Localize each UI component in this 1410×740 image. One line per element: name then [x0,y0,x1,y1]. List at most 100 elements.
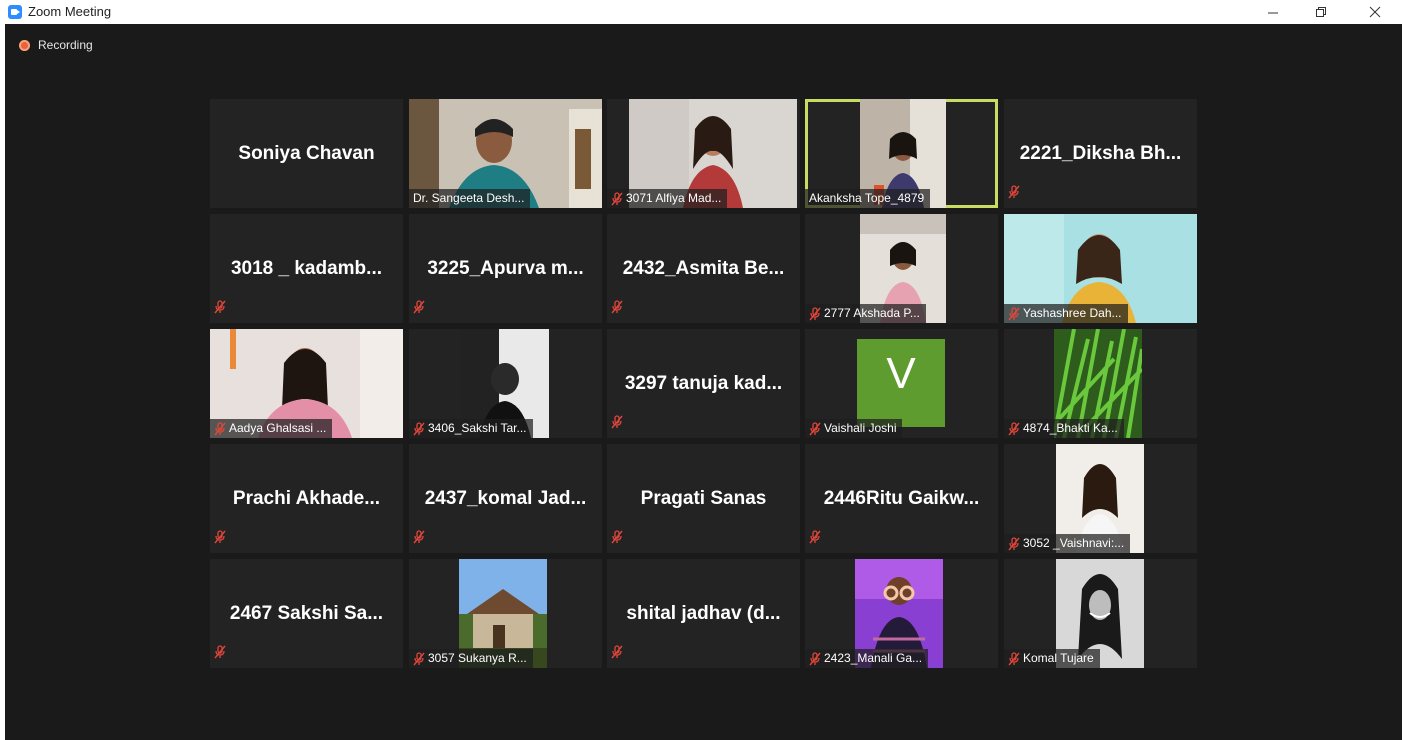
mic-muted-icon [611,645,623,659]
close-icon [1369,6,1381,18]
mic-muted-icon [214,645,226,659]
participant-name: 3071 Alfiya Mad... [626,191,722,205]
mic-muted-icon [809,421,821,435]
recording-label: Recording [38,38,93,52]
participant-tile[interactable]: 3297 tanuja kad... [607,329,800,438]
mute-indicator [611,415,623,434]
avatar-letter: V [886,349,916,398]
mic-muted-icon [413,300,425,314]
recording-indicator[interactable]: Recording [19,38,93,52]
participant-name: 2437_komal Jad... [424,487,587,509]
participant-label: Dr. Sangeeta Desh... [409,189,531,208]
participant-label: Akanksha Tope_4879 [805,189,931,208]
mic-muted-icon [809,530,821,544]
mute-indicator [611,300,623,319]
participant-label: Komal Tujare [1004,649,1100,668]
participant-name: 3406_Sakshi Tar... [428,421,527,435]
minimize-button[interactable] [1250,0,1296,24]
mic-muted-icon [611,191,623,205]
mic-muted-icon [413,530,425,544]
window-title: Zoom Meeting [28,4,112,19]
mute-indicator [1008,185,1020,204]
participant-tile[interactable]: 3225_Apurva m... [409,214,602,323]
participant-tile[interactable]: 3071 Alfiya Mad... [607,99,800,208]
participant-tile[interactable]: shital jadhav (d... [607,559,800,668]
participant-name: 2221_Diksha Bh... [1019,142,1182,164]
participant-tile[interactable]: 2437_komal Jad... [409,444,602,553]
mute-indicator [611,530,623,549]
window-title-bar: Zoom Meeting [0,0,1410,24]
participant-tile[interactable]: Dr. Sangeeta Desh... [409,99,602,208]
participant-label: Vaishali Joshi [805,419,903,438]
mic-muted-icon [1008,536,1020,550]
mic-muted-icon [809,306,821,320]
participant-tile[interactable]: 3052 _Vaishnavi:... [1004,444,1197,553]
participant-name: 3018 _ kadamb... [230,257,383,279]
participant-name: Pragati Sanas [640,487,767,509]
mute-indicator [214,530,226,549]
mic-muted-icon [611,530,623,544]
participant-name: 3225_Apurva m... [427,257,584,279]
participant-tile[interactable]: 2221_Diksha Bh... [1004,99,1197,208]
participant-tile[interactable]: 3406_Sakshi Tar... [409,329,602,438]
participant-tile[interactable]: 2777 Akshada P... [805,214,998,323]
participant-tile[interactable]: 3057 Sukanya R... [409,559,602,668]
mic-muted-icon [413,651,425,665]
participant-tile[interactable]: V Vaishali Joshi [805,329,998,438]
participant-name: 2423_Manali Ga... [824,651,923,665]
participant-name: 2432_Asmita Be... [622,257,785,279]
participant-name: 3297 tanuja kad... [624,372,783,394]
zoom-app-icon [8,5,22,19]
mute-indicator [214,300,226,319]
participant-label: 2423_Manali Ga... [805,649,929,668]
participant-tile[interactable]: Yashashree Dah... [1004,214,1197,323]
mute-indicator [413,300,425,319]
participant-label: 3071 Alfiya Mad... [607,189,728,208]
participant-tile[interactable]: Pragati Sanas [607,444,800,553]
minimize-icon [1268,12,1278,14]
participant-name: Dr. Sangeeta Desh... [413,191,525,205]
restore-button[interactable] [1298,0,1344,24]
mic-muted-icon [214,300,226,314]
participant-tile[interactable]: Aadya Ghalsasi ... [210,329,403,438]
mic-muted-icon [214,530,226,544]
mic-muted-icon [1008,306,1020,320]
close-button[interactable] [1352,0,1398,24]
participant-name: 2446Ritu Gaikw... [823,487,980,509]
participant-name: Yashashree Dah... [1023,306,1122,320]
participant-name: 2777 Akshada P... [824,306,920,320]
participant-name: 4874_Bhakti Ka... [1023,421,1118,435]
participant-tile[interactable]: 2432_Asmita Be... [607,214,800,323]
participant-tile[interactable]: Prachi Akhade... [210,444,403,553]
participant-label: Yashashree Dah... [1004,304,1128,323]
participant-label: 3406_Sakshi Tar... [409,419,533,438]
mic-muted-icon [611,415,623,429]
participant-label: 3052 _Vaishnavi:... [1004,534,1131,553]
participant-label: 2777 Akshada P... [805,304,926,323]
participant-tile[interactable]: 3018 _ kadamb... [210,214,403,323]
mic-muted-icon [809,651,821,665]
participant-name: shital jadhav (d... [626,602,781,624]
recording-icon [19,39,30,51]
participant-name: Komal Tujare [1023,651,1094,665]
participant-name: 3052 _Vaishnavi:... [1023,536,1125,550]
participant-tile[interactable]: Soniya Chavan [210,99,403,208]
participant-tile[interactable]: 2467 Sakshi Sa... [210,559,403,668]
participant-tile[interactable]: Akanksha Tope_4879 [805,99,998,208]
participant-tile[interactable]: 2446Ritu Gaikw... [805,444,998,553]
mic-muted-icon [1008,185,1020,199]
mic-muted-icon [1008,421,1020,435]
participant-name: Soniya Chavan [238,142,375,164]
participant-name: 3057 Sukanya R... [428,651,527,665]
participant-tile[interactable]: Komal Tujare [1004,559,1197,668]
participant-label: 3057 Sukanya R... [409,649,533,668]
mic-muted-icon [214,421,226,435]
meeting-area: Recording Soniya Chavan Dr. Sangeeta Desh… [5,24,1402,740]
participant-name: Aadya Ghalsasi ... [229,421,327,435]
participant-name: Prachi Akhade... [232,487,381,509]
participant-tile[interactable]: 2423_Manali Ga... [805,559,998,668]
participant-name: 2467 Sakshi Sa... [229,602,384,624]
mic-muted-icon [611,300,623,314]
participant-tile[interactable]: 4874_Bhakti Ka... [1004,329,1197,438]
restore-icon [1316,7,1326,17]
